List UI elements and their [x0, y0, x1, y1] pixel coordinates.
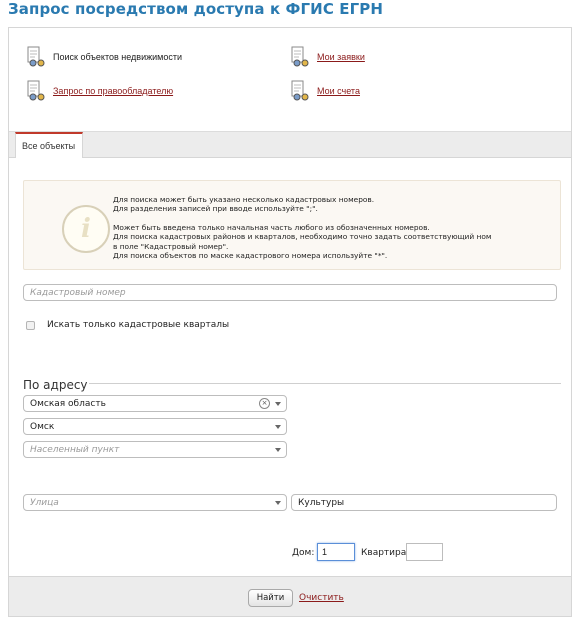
street-select[interactable]: Улица [23, 494, 287, 511]
quarters-only-checkbox[interactable] [26, 321, 35, 330]
chevron-down-icon[interactable] [275, 402, 281, 406]
clear-link[interactable]: Очистить [299, 593, 344, 603]
menu-search-objects[interactable]: Поиск объектов недвижимости [25, 46, 182, 68]
cadastral-number-input[interactable]: Кадастровый номер [23, 284, 557, 301]
document-search-icon [25, 46, 47, 68]
region-value: Омская область [30, 399, 106, 409]
menu-search-objects-label: Поиск объектов недвижимости [53, 52, 183, 62]
apartment-input[interactable] [406, 543, 443, 561]
info-line: Для разделения записей при вводе использ… [113, 204, 318, 214]
owner-request-link[interactable]: Запрос по правообладателю [53, 86, 173, 96]
info-line: Может быть введена только начальная част… [113, 222, 430, 232]
section-divider [89, 383, 561, 384]
my-requests-link[interactable]: Мои заявки [317, 52, 365, 62]
document-list-icon [289, 46, 311, 68]
menu-my-requests[interactable]: Мои заявки [289, 46, 365, 68]
street-placeholder: Улица [30, 498, 59, 508]
tab-strip: Все объекты [9, 131, 571, 158]
tab-all-objects[interactable]: Все объекты [15, 132, 83, 158]
city-select[interactable]: Омск [23, 418, 287, 435]
info-icon: i [62, 205, 110, 253]
menu-owner-request[interactable]: Запрос по правообладателю [25, 80, 173, 102]
house-input[interactable]: 1 [317, 543, 355, 561]
quarters-only-label: Искать только кадастровые кварталы [47, 320, 230, 330]
info-line: Для поиска может быть указано несколько … [113, 195, 375, 204]
info-box: i Для поиска может быть указано нескольк… [23, 180, 561, 270]
info-line: Для поиска объектов по маске кадастровог… [113, 251, 388, 261]
apartment-label: Квартира: [361, 548, 410, 558]
document-invoice-icon [289, 80, 311, 102]
footer-bar: Найти Очистить [9, 576, 571, 616]
address-section-title: По адресу [23, 378, 88, 392]
clear-selection-icon[interactable]: × [259, 398, 270, 409]
info-text: Для поиска может быть указано несколько … [113, 195, 553, 260]
street-name-input[interactable]: Культуры [291, 494, 557, 511]
settlement-placeholder: Населенный пункт [30, 445, 120, 455]
my-accounts-link[interactable]: Мои счета [317, 86, 360, 96]
chevron-down-icon[interactable] [275, 448, 281, 452]
info-line: в поле "Кадастровый номер". [113, 241, 229, 251]
info-line: Для поиска кадастровых районов и квартал… [113, 232, 492, 242]
chevron-down-icon[interactable] [275, 425, 281, 429]
menu-my-accounts[interactable]: Мои счета [289, 80, 360, 102]
chevron-down-icon[interactable] [275, 501, 281, 505]
region-select[interactable]: Омская область × [23, 395, 287, 412]
request-panel: Поиск объектов недвижимости Мои заявки З… [8, 27, 572, 617]
document-owner-icon [25, 80, 47, 102]
house-label: Дом: [292, 548, 315, 558]
settlement-select[interactable]: Населенный пункт [23, 441, 287, 458]
find-button[interactable]: Найти [248, 589, 293, 607]
page-title: Запрос посредством доступа к ФГИС ЕГРН [8, 0, 384, 18]
city-value: Омск [30, 422, 55, 432]
